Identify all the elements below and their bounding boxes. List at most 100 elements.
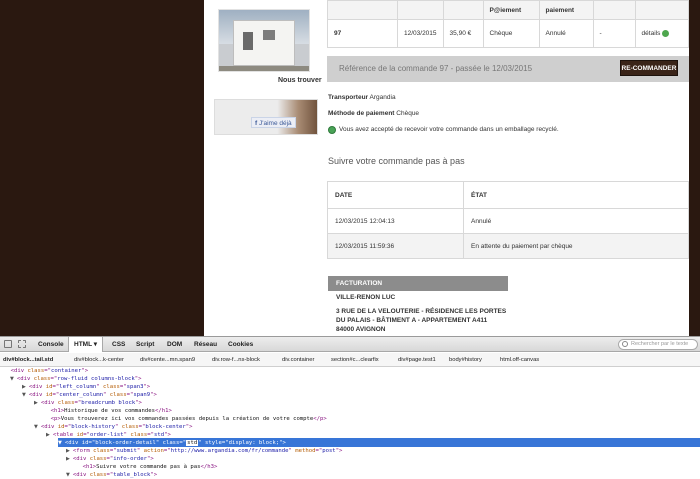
dom-node[interactable]: ▼ <div class="table_block"> [66,471,157,479]
dom-token: http://www.argandia.com/fr/commande [170,448,289,454]
dom-token: </p> [313,416,327,422]
collapse-icon[interactable]: ▼ [22,392,26,398]
dom-token: class [89,472,107,478]
dom-token: style [205,440,222,446]
nous-trouver-link[interactable]: Nous trouver [278,77,322,84]
collapse-icon[interactable]: ▼ [34,424,38,430]
dom-node[interactable]: ▶ <div id="left_column" class="span3"> [22,383,150,391]
billing-address-line: DU PALAIS - BÂTIMENT A - APPARTEMENT A41… [336,317,488,324]
screenshot: Nous trouver f J'aime déjà P@iement paie… [0,0,700,479]
dom-token: class [109,392,127,398]
dom-node[interactable]: ▶ <form class="submit" action="http://www… [66,447,342,455]
dom-node[interactable]: <h1>Historique de vos commandes</h1> [46,407,172,415]
breadcrumb-item[interactable]: body#history [449,353,482,367]
page-background-left [0,0,204,336]
dom-node[interactable]: ▶ <div class="info-order"> [66,455,154,463]
tab-script[interactable]: Script [136,337,154,352]
dom-token: <h1> [82,464,97,470]
dom-token: left_column [59,384,97,390]
tab-network[interactable]: Réseau [194,337,217,352]
tab-dom[interactable]: DOM [167,337,182,352]
dom-token: "> [185,424,193,430]
dom-token: =" [163,448,171,454]
expand-icon[interactable]: ▶ [66,456,70,462]
inspect-icon[interactable] [18,340,26,348]
dom-token: <div [40,424,58,430]
recycle-icon [328,126,336,134]
breadcrumb-item[interactable]: html.off-canvas [500,353,539,367]
dom-token: <div [72,472,90,478]
dom-token: "> [164,432,171,438]
details-link[interactable]: détails [642,30,661,37]
history-state: En attente du paiement par chèque [463,233,689,259]
breadcrumb-item[interactable]: div#cente...mn.span9 [140,353,195,367]
expand-icon[interactable]: ▶ [34,400,38,406]
tab-html[interactable]: HTML ▾ [68,337,104,352]
dom-token: container [51,368,82,374]
tab-cookies[interactable]: Cookies [228,337,253,352]
dom-token: std [186,440,199,446]
firebug-icon[interactable] [4,340,12,348]
dom-token: info-order [113,456,147,462]
breadcrumb-item[interactable]: div#page.test1 [398,353,436,367]
dom-token: "> [135,400,142,406]
dom-node[interactable]: <div class="container"> [6,367,89,375]
billing-postal-city: 84000 AVIGNON [336,326,386,333]
breadcrumb-item[interactable]: div.row-f...ns-block [212,353,260,367]
dom-token: display: block; [228,440,280,446]
facebook-like-button[interactable]: f J'aime déjà [251,117,296,128]
history-state-header: ÉTAT [463,181,689,209]
dom-node[interactable]: <p>Vous trouverez ici vos commandes pass… [46,415,327,423]
dom-token: =" [109,448,117,454]
collapse-icon[interactable]: ▼ [10,376,14,382]
dom-node[interactable]: ▼ <div id="block-order-detail" class="std… [58,439,286,447]
dom-token: order-list [89,432,124,438]
dom-node[interactable]: ▶ <table id="order-list" class="std"> [46,431,171,439]
carrier-line: Transporteur Argandia [328,94,396,101]
breadcrumb-item[interactable]: div#block...tail.std [3,353,53,367]
dom-token: <div [16,376,34,382]
dom-node[interactable]: ▼ <div id="center_column" class="span9"> [22,391,157,399]
dom-node[interactable]: <h1>Suivre votre commande pas à pas</h3> [78,463,218,471]
expand-icon[interactable]: ▶ [46,432,50,438]
website-viewport: Nous trouver f J'aime déjà P@iement paie… [0,0,700,336]
dom-token: span3 [126,384,144,390]
dom-token: class [93,448,110,454]
dom-token: block-center [145,424,186,430]
history-header-row: DATE ÉTAT [327,181,689,209]
dom-token: table_block [113,472,151,478]
orders-header-cell: P@iement [482,0,540,20]
store-photo[interactable] [218,9,310,72]
dom-token: =" [147,432,154,438]
breadcrumb-item[interactable]: div.container [282,353,314,367]
orders-header-cell [397,0,444,20]
breadcrumb-item[interactable]: div#block...k-center [74,353,124,367]
dom-token: "> [150,472,158,478]
dom-node[interactable]: ▶ <div class="breadcrumb block"> [34,399,142,407]
collapse-icon[interactable]: ▼ [58,440,62,446]
collapse-icon[interactable]: ▼ [66,472,70,478]
payment-method-line: Méthode de paiement Chèque [328,110,419,117]
search-icon [622,341,628,347]
dom-node[interactable]: ▼ <div class="row-fluid columns-block"> [10,375,142,383]
dom-token: "> [81,368,89,374]
tab-css[interactable]: CSS [112,337,125,352]
table-row: 12/03/2015 11:59:36 En attente du paieme… [327,233,689,259]
tab-console[interactable]: Console [38,337,64,352]
expand-icon[interactable]: ▶ [22,384,26,390]
expand-icon[interactable]: ▶ [66,448,70,454]
dom-token: class [162,440,180,446]
dom-node[interactable]: ▼ <div id="block-history" class="block-ce… [34,423,193,431]
dom-token: "> [150,392,157,398]
dom-token: block-history [71,424,115,430]
reorder-button[interactable]: RE-COMMANDER [620,60,678,76]
go-arrow-icon[interactable] [662,29,670,37]
breadcrumb-item[interactable]: section#c...clearfix [331,353,379,367]
dom-token: <div [28,392,46,398]
search-input[interactable]: Rechercher par le texte [618,339,698,350]
dom-token: class [27,368,45,374]
dom-token: breadcrumb block [81,400,136,406]
dom-token: class [33,376,51,382]
